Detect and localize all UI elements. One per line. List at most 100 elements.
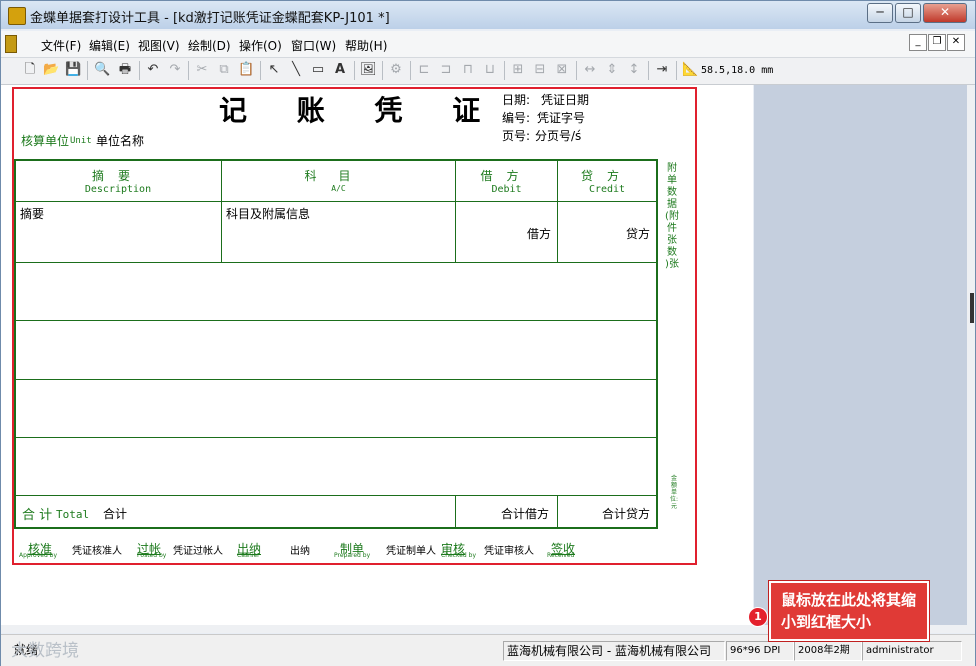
coordinate-readout: 58.5,18.0 mm <box>701 65 774 76</box>
canvas-margin-area <box>754 85 968 633</box>
header-debit-zh: 借方 <box>480 169 533 183</box>
scrollbar-thumb[interactable] <box>970 293 974 323</box>
print-icon[interactable]: 🖶 <box>117 62 133 78</box>
save-icon[interactable]: 💾 <box>65 62 81 78</box>
new-icon[interactable]: 🗋 <box>22 62 38 78</box>
rect-icon[interactable]: ▭ <box>310 62 326 78</box>
row-debit-field[interactable]: 借方 <box>527 225 551 242</box>
cashier-value[interactable]: 出纳 <box>290 542 310 557</box>
date-label[interactable]: 日期: <box>502 91 530 108</box>
unit-value[interactable]: 单位名称 <box>96 132 144 149</box>
date-value[interactable]: 凭证日期 <box>541 91 589 108</box>
header-account-en: A/C <box>331 184 346 193</box>
align-top-icon[interactable]: ⊓ <box>460 62 476 78</box>
app-icon <box>8 7 26 25</box>
open-icon[interactable]: 📂 <box>43 62 59 78</box>
row-summary-field[interactable]: 摘要 <box>20 205 44 222</box>
exit-icon[interactable]: ⇥ <box>654 62 670 78</box>
watermark: 大数跨境 <box>11 641 79 661</box>
poster-value[interactable]: 凭证过帐人 <box>173 542 223 557</box>
print-preview-icon[interactable]: 🔍 <box>94 62 110 78</box>
align-right-icon[interactable]: ⊐ <box>438 62 454 78</box>
number-label[interactable]: 编号: <box>502 109 530 126</box>
align-left-icon[interactable]: ⊏ <box>416 62 432 78</box>
text-icon[interactable]: A <box>332 62 348 78</box>
status-dpi: 96*96 DPI <box>726 641 794 661</box>
paste-icon[interactable]: 📋 <box>238 62 254 78</box>
voucher-table[interactable] <box>14 159 658 529</box>
page-value[interactable]: 分页号/ś <box>535 127 581 144</box>
redo-icon[interactable]: ↷ <box>167 62 183 78</box>
toolbar: 🗋 📂 💾 🔍 🖶 ↶ ↷ ✂ ⧉ 📋 ↖ ╲ ▭ A 🖼 ⚙ ⊏ ⊐ ⊓ ⊔ … <box>1 58 975 85</box>
same-size-icon[interactable]: ⊠ <box>554 62 570 78</box>
undo-icon[interactable]: ↶ <box>145 62 161 78</box>
header-debit[interactable]: 借方 Debit <box>456 167 557 195</box>
approver-value[interactable]: 凭证核准人 <box>72 542 122 557</box>
receiver-en-label[interactable]: Received <box>547 552 574 559</box>
header-description-zh: 摘要 <box>91 169 144 183</box>
total-debit-field[interactable]: 合计借方 <box>501 505 549 522</box>
header-debit-en: Debit <box>491 184 522 195</box>
header-description[interactable]: 摘要 Description <box>15 167 221 195</box>
header-credit-en: Credit <box>588 184 626 195</box>
row-account-field[interactable]: 科目及附属信息 <box>226 205 310 222</box>
minimize-button[interactable]: ─ <box>867 3 893 23</box>
preparer-value[interactable]: 凭证制单人 <box>386 542 436 557</box>
page-label[interactable]: 页号: <box>502 127 530 144</box>
properties-icon[interactable]: ⚙ <box>388 62 404 78</box>
cut-icon[interactable]: ✂ <box>194 62 210 78</box>
approver-en-label[interactable]: Approved by <box>19 552 57 559</box>
mdi-restore-button[interactable]: ❐ <box>928 34 946 51</box>
app-window: 金蝶单据套打设计工具 - [kd激打记账凭证金蝶配套KP-J101 *] ─ □… <box>0 0 976 666</box>
menu-bar: 文件(F) 编辑(E) 视图(V) 绘制(D) 操作(O) 窗口(W) 帮助(H… <box>1 31 975 58</box>
unit-en-label[interactable]: Unit <box>70 136 92 146</box>
cashier-en-label[interactable]: Cashier <box>237 552 260 559</box>
v-spacing-icon[interactable]: ⇕ <box>604 62 620 78</box>
poster-en-label[interactable]: Posted by <box>137 552 166 559</box>
unit-label[interactable]: 核算单位 <box>21 132 69 149</box>
attachment-count-text[interactable]: 附单数据(附件张数 )张 <box>665 163 679 271</box>
number-value[interactable]: 凭证字号 <box>537 109 585 126</box>
mdi-close-button[interactable]: ✕ <box>947 34 965 51</box>
status-user: administrator <box>862 641 962 661</box>
checker-value[interactable]: 凭证审核人 <box>484 542 534 557</box>
same-width-icon[interactable]: ⊞ <box>510 62 526 78</box>
h-spacing-icon[interactable]: ↔ <box>582 62 598 78</box>
menu-draw[interactable]: 绘制(D) <box>188 37 231 54</box>
image-icon[interactable]: 🖼 <box>360 62 377 78</box>
v-distribute-icon[interactable]: ↕ <box>626 62 642 78</box>
total-en-label[interactable]: Total <box>56 508 89 521</box>
checker-en-label[interactable]: Checked by <box>441 552 476 559</box>
voucher-title[interactable]: 记 账 凭 证 <box>219 89 500 129</box>
status-company: 蓝海机械有限公司 - 蓝海机械有限公司 <box>503 641 725 661</box>
header-credit[interactable]: 贷方 Credit <box>558 167 656 195</box>
title-bar: 金蝶单据套打设计工具 - [kd激打记账凭证金蝶配套KP-J101 *] ─ □… <box>1 1 975 29</box>
line-icon[interactable]: ╲ <box>288 62 304 78</box>
amount-unit-text[interactable]: 金额单位:元 <box>669 475 679 510</box>
header-description-en: Description <box>84 184 152 195</box>
total-label[interactable]: 合 计 <box>22 504 52 523</box>
vertical-scrollbar[interactable] <box>967 85 975 633</box>
maximize-button[interactable]: □ <box>895 3 921 23</box>
preparer-en-label[interactable]: Prepared by <box>334 552 370 559</box>
select-icon[interactable]: ↖ <box>266 62 282 78</box>
menu-help[interactable]: 帮助(H) <box>345 37 387 54</box>
mdi-minimize-button[interactable]: _ <box>909 34 927 51</box>
align-bottom-icon[interactable]: ⊔ <box>482 62 498 78</box>
total-value-field[interactable]: 合计 <box>103 505 127 522</box>
menu-file[interactable]: 文件(F) <box>41 37 81 54</box>
status-period: 2008年2期 <box>794 641 862 661</box>
status-ready: 就绪 <box>14 643 39 657</box>
header-credit-zh: 贷方 <box>580 169 633 183</box>
row-credit-field[interactable]: 贷方 <box>626 225 650 242</box>
menu-window[interactable]: 窗口(W) <box>291 37 336 54</box>
same-height-icon[interactable]: ⊟ <box>532 62 548 78</box>
ruler-icon: 📐 <box>682 62 699 77</box>
header-account[interactable]: 科目 A/C <box>222 167 455 193</box>
menu-edit[interactable]: 编辑(E) <box>89 37 130 54</box>
total-credit-field[interactable]: 合计贷方 <box>602 505 650 522</box>
close-button[interactable]: ✕ <box>923 3 967 23</box>
menu-operate[interactable]: 操作(O) <box>239 37 282 54</box>
copy-icon[interactable]: ⧉ <box>216 62 232 78</box>
menu-view[interactable]: 视图(V) <box>138 37 180 54</box>
